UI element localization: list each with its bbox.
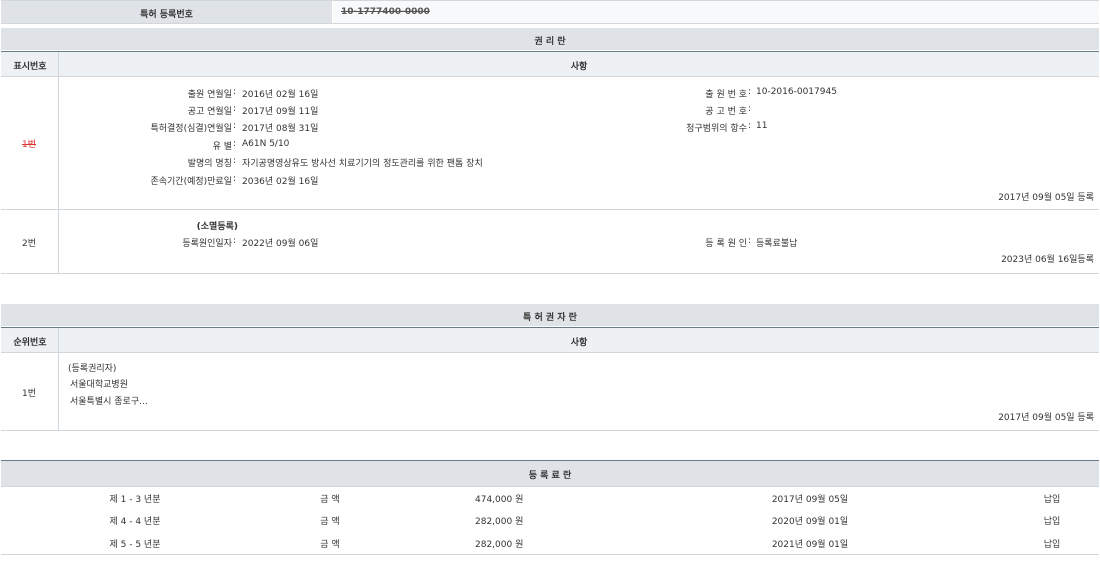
fee-paid-date: 2021년 09월 01일 bbox=[750, 537, 870, 550]
holders-section-title: 특 허 권 자 란 bbox=[1, 310, 1099, 323]
field-colon: : bbox=[748, 87, 751, 97]
field-colon: : bbox=[233, 104, 236, 114]
rights-section-title: 권 리 란 bbox=[1, 34, 1099, 47]
entry-index: 2번 bbox=[0, 236, 58, 249]
registration-number: 10-1777400-0000 bbox=[341, 7, 430, 17]
fee-amount-label: 금 액 bbox=[290, 537, 370, 550]
field-value: A61N 5/10 bbox=[242, 139, 289, 149]
field-value: 등록료불납 bbox=[756, 236, 797, 249]
registration-date: 2017년 09월 05일 등록 bbox=[998, 410, 1094, 423]
divider bbox=[1, 554, 1099, 555]
field-label: 청구범위의 항수 bbox=[600, 121, 747, 134]
column-index-label: 표시번호 bbox=[1, 59, 59, 72]
field-label: 유 별 bbox=[60, 139, 232, 152]
registration-label: 특허 등록번호 bbox=[1, 7, 332, 20]
divider bbox=[1, 430, 1099, 431]
field-colon: : bbox=[233, 139, 236, 149]
divider bbox=[1, 273, 1099, 274]
field-value: 자기공명영상유도 방사선 치료기기의 정도관리를 위한 팬톰 장치 bbox=[242, 156, 483, 169]
fee-period: 제 4 - 4 년분 bbox=[60, 514, 210, 527]
rights-column-header: 표시번호 사항 bbox=[1, 51, 1099, 76]
divider bbox=[1, 486, 1099, 487]
divider bbox=[1, 209, 1099, 210]
field-colon: : bbox=[233, 121, 236, 131]
field-colon: : bbox=[748, 104, 751, 114]
column-item-label: 사항 bbox=[59, 335, 1099, 348]
field-label: 공고 연월일 bbox=[60, 104, 232, 117]
entry-index: 1번 bbox=[0, 137, 58, 150]
fees-section-header: 등 록 료 란 bbox=[1, 460, 1099, 486]
divider bbox=[1, 76, 1099, 77]
entry-header: (소멸등록) bbox=[60, 219, 238, 232]
column-divider bbox=[58, 52, 59, 273]
fee-status: 납입 bbox=[1020, 514, 1084, 527]
field-value: 2016년 02월 16일 bbox=[242, 87, 318, 100]
fee-period: 제 1 - 3 년분 bbox=[60, 492, 210, 505]
field-label: 발명의 명칭 bbox=[60, 156, 232, 169]
column-item-label: 사항 bbox=[59, 59, 1099, 72]
field-label: 출원 연월일 bbox=[60, 87, 232, 100]
field-label: 특허결정(심결)연월일 bbox=[60, 121, 232, 134]
field-value: 2036년 02월 16일 bbox=[242, 174, 318, 187]
field-label: 공 고 번 호 bbox=[600, 104, 747, 117]
fee-period: 제 5 - 5 년분 bbox=[60, 537, 210, 550]
registration-date: 2017년 09월 05일 등록 bbox=[998, 190, 1094, 203]
field-value: 10-2016-0017945 bbox=[756, 87, 837, 97]
fee-amount-label: 금 액 bbox=[290, 514, 370, 527]
fee-amount: 282,000 원 bbox=[475, 537, 523, 550]
field-colon: : bbox=[233, 236, 236, 246]
fee-amount: 474,000 원 bbox=[475, 492, 523, 505]
fee-paid-date: 2020년 09월 01일 bbox=[750, 514, 870, 527]
field-colon: : bbox=[748, 236, 751, 246]
holder-address: 서울특별시 종로구... bbox=[70, 394, 148, 407]
field-value: 11 bbox=[756, 121, 767, 131]
fee-status: 납입 bbox=[1020, 537, 1084, 550]
registration-value-cell: 10-1777400-0000 bbox=[333, 1, 1099, 23]
column-divider bbox=[58, 328, 59, 430]
field-label: 존속기간(예정)만료일 bbox=[60, 174, 232, 187]
fees-section-title: 등 록 료 란 bbox=[1, 468, 1099, 481]
registration-label-cell: 특허 등록번호 bbox=[1, 1, 332, 23]
field-label: 등록원인일자 bbox=[60, 236, 232, 249]
field-colon: : bbox=[233, 156, 236, 166]
holder-type: (등록권리자) bbox=[68, 361, 116, 374]
field-colon: : bbox=[233, 174, 236, 184]
fee-paid-date: 2017년 09월 05일 bbox=[750, 492, 870, 505]
divider bbox=[1, 352, 1099, 353]
field-label: 출 원 번 호 bbox=[600, 87, 747, 100]
holders-section-header: 특 허 권 자 란 bbox=[1, 304, 1099, 326]
fee-amount-label: 금 액 bbox=[290, 492, 370, 505]
divider bbox=[1, 23, 1099, 24]
field-value: 2017년 08월 31일 bbox=[242, 121, 318, 134]
entry-index: 1번 bbox=[0, 386, 58, 399]
field-colon: : bbox=[233, 87, 236, 97]
holder-name: 서울대학교병원 bbox=[70, 377, 128, 390]
rights-section-header: 권 리 란 bbox=[1, 28, 1099, 50]
field-colon: : bbox=[748, 121, 751, 131]
column-index-label: 순위번호 bbox=[1, 335, 59, 348]
holders-column-header: 순위번호 사항 bbox=[1, 327, 1099, 352]
registration-date: 2023년 06월 16일등록 bbox=[1001, 252, 1094, 265]
fee-status: 납입 bbox=[1020, 492, 1084, 505]
field-label: 등 록 원 인 bbox=[600, 236, 747, 249]
field-value: 2017년 09월 11일 bbox=[242, 104, 318, 117]
field-value: 2022년 09월 06일 bbox=[242, 236, 318, 249]
fee-amount: 282,000 원 bbox=[475, 514, 523, 527]
